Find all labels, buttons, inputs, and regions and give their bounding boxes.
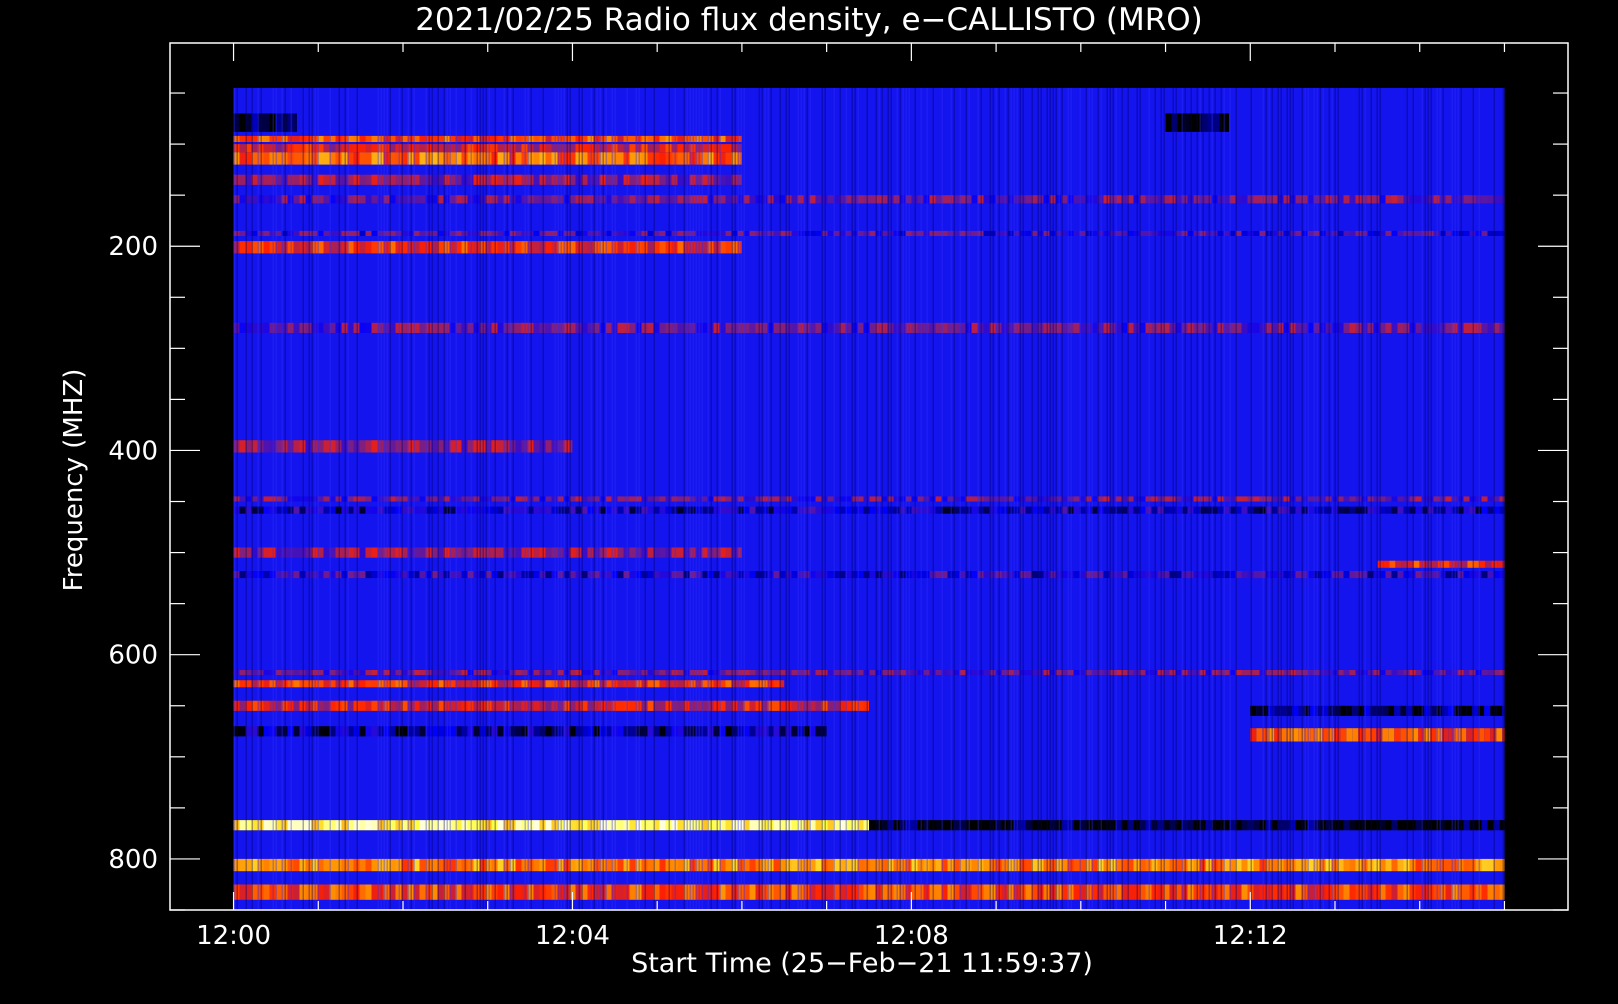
chart-svg: 12:00 12:04 12:08 12:12 200 400 600 800 2021/02… [59,2,1569,979]
y-tick-label: 200 [108,232,158,262]
chart-title: 2021/02/25 Radio flux density, e−CALLIST… [415,2,1203,38]
y-tick-label: 600 [108,641,158,671]
y-tick-label: 800 [108,845,158,875]
x-tick-label: 12:04 [535,921,610,951]
x-tick-label: 12:08 [874,921,949,951]
x-tick-label: 12:12 [1213,921,1288,951]
spectrogram-image [233,87,1505,910]
spectrogram-band [233,113,297,132]
spectrogram-chart: 12:00 12:04 12:08 12:12 200 400 600 800 2021/02… [0,0,1618,1000]
spectrogram-band [233,820,869,831]
x-tick-label: 12:00 [196,921,271,951]
x-axis-label: Start Time (25−Feb−21 11:59:37) [631,948,1093,979]
spectrogram-band [233,700,869,711]
y-tick-label: 400 [108,436,158,466]
y-axis-label: Frequency (MHZ) [59,369,89,592]
